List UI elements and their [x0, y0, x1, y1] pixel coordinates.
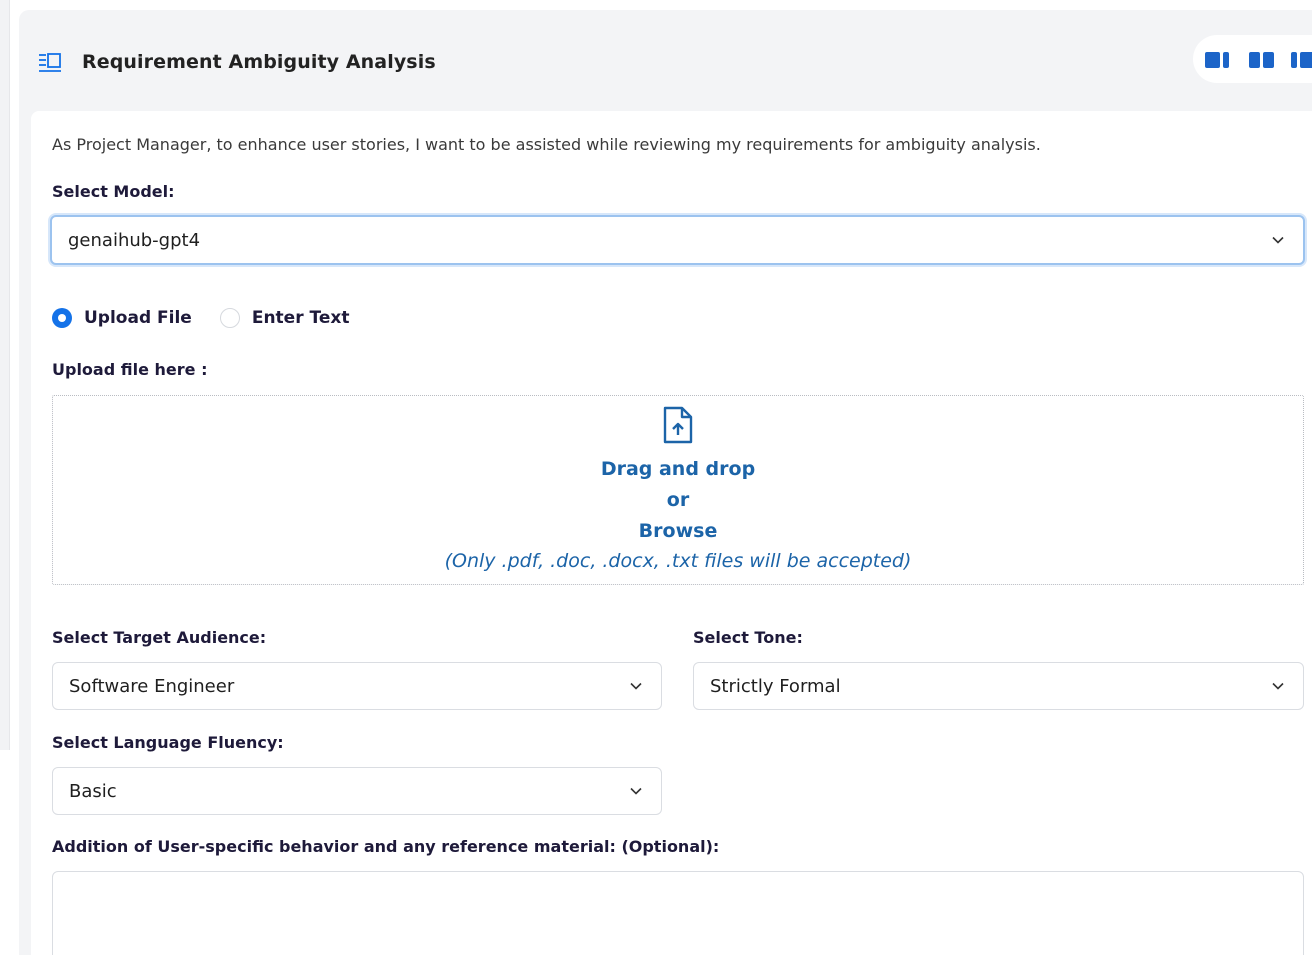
- browse-link[interactable]: Browse: [53, 520, 1303, 542]
- panel-header: Requirement Ambiguity Analysis: [19, 38, 1309, 88]
- fluency-value: Basic: [69, 780, 117, 802]
- layout-right-icon[interactable]: [1291, 52, 1312, 68]
- file-upload-icon: [663, 406, 693, 444]
- layout-toggle: [1193, 35, 1312, 83]
- tone-select[interactable]: Strictly Formal: [693, 662, 1304, 710]
- fluency-select[interactable]: Basic: [52, 767, 662, 815]
- chevron-down-icon: [1272, 682, 1284, 690]
- model-select[interactable]: genaihub-gpt4: [50, 215, 1305, 265]
- accepted-files-note: (Only .pdf, .doc, .docx, .txt files will…: [444, 550, 912, 572]
- tone-label: Select Tone:: [693, 628, 803, 647]
- radio-upload-file-label: Upload File: [84, 308, 192, 328]
- tool-description: As Project Manager, to enhance user stor…: [52, 135, 1041, 154]
- chevron-down-icon: [630, 787, 642, 795]
- chevron-down-icon: [630, 682, 642, 690]
- fluency-label: Select Language Fluency:: [52, 733, 284, 752]
- upload-label: Upload file here :: [52, 360, 208, 379]
- radio-unselected-icon: [219, 308, 240, 328]
- chevron-down-icon: [1272, 236, 1284, 244]
- panel-list-icon: [39, 53, 61, 72]
- or-text: or: [666, 489, 690, 511]
- tone-value: Strictly Formal: [710, 675, 841, 697]
- model-label: Select Model:: [52, 182, 175, 201]
- radio-selected-icon: [52, 308, 72, 328]
- layout-split-icon[interactable]: [1249, 52, 1274, 68]
- left-rail: [0, 0, 10, 750]
- reference-textarea[interactable]: [52, 871, 1304, 955]
- radio-enter-text[interactable]: Enter Text: [219, 308, 350, 328]
- file-dropzone[interactable]: Drag and drop or Browse (Only .pdf, .doc…: [52, 395, 1304, 585]
- model-select-value: genaihub-gpt4: [68, 229, 201, 251]
- drag-drop-text: Drag and drop: [600, 458, 756, 480]
- radio-enter-text-label: Enter Text: [251, 308, 350, 328]
- layout-left-icon[interactable]: [1205, 52, 1229, 68]
- page-title: Requirement Ambiguity Analysis: [82, 51, 436, 73]
- target-audience-label: Select Target Audience:: [52, 628, 267, 647]
- target-audience-select[interactable]: Software Engineer: [52, 662, 662, 710]
- target-audience-value: Software Engineer: [69, 675, 235, 697]
- reference-label: Addition of User-specific behavior and a…: [52, 837, 720, 856]
- radio-upload-file[interactable]: Upload File: [52, 308, 192, 328]
- input-mode-radio-group: Upload File Enter Text: [52, 305, 377, 331]
